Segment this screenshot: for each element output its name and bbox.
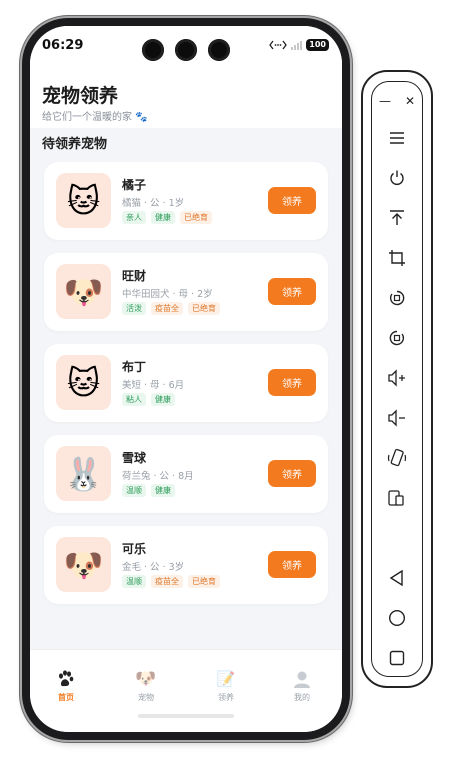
pet-name: 布丁 [122,360,147,374]
upload-icon[interactable] [385,206,409,230]
close-icon[interactable]: ✕ [405,94,415,108]
pet-info: 荷兰兔 · 公 · 8月 [122,471,194,482]
camera-icon [175,39,197,61]
signal-icon [291,40,303,50]
pet-card[interactable]: 🐶 可乐 金毛 · 公 · 3岁 温顺 疫苗全 已绝育 领养 [44,526,328,604]
pet-name: 雪球 [122,451,147,465]
tab-profile[interactable]: 我的 [272,668,332,703]
adopt-button[interactable]: 领养 [268,369,316,396]
pet-avatar: 🐱 [56,355,111,410]
tab-bar: 首页 🐶 宠物 📝 领养 我的 [30,649,342,732]
status-bar: 06:29 100 [30,26,342,64]
pet-info: 金毛 · 公 · 3岁 [122,562,185,573]
pet-tag: 疫苗全 [151,302,183,315]
pet-card[interactable]: 🐱 布丁美短 · 母 · 6月 粘人 健康 领养 [44,344,328,422]
camera-icon [142,39,164,61]
tab-label: 首页 [58,693,74,702]
pet-emoji: 🐶 [63,545,104,584]
pet-tag: 亲人 [122,211,146,224]
multi-device-icon[interactable] [385,486,409,510]
pet-avatar: 🐶 [56,264,111,319]
pet-tag: 已绝育 [188,575,220,588]
rotate-left-icon[interactable] [385,286,409,310]
phone-screen: 06:29 100 宠物领养 给它们一个温暖的家 🐾 待领养宠物 🐱 橘子 橘猫… [30,26,342,732]
tab-label: 领养 [218,693,234,702]
pet-card[interactable]: 🐱 橘子 橘猫 · 公 · 1岁 亲人 健康 已绝育 领养 [44,162,328,240]
adopt-button[interactable]: 领养 [268,551,316,578]
pet-tags: 粘人 健康 [122,393,175,406]
pet-tags: 亲人 健康 已绝育 [122,211,212,224]
pet-tags: 温顺 健康 [122,484,175,497]
volume-up-icon[interactable] [385,366,409,390]
page-header: 宠物领养 给它们一个温暖的家 🐾 [30,64,342,128]
tab-label: 宠物 [138,693,154,702]
pet-name: 旺财 [122,269,147,283]
user-icon [272,668,332,690]
tab-pets[interactable]: 🐶 宠物 [116,668,176,703]
shake-icon[interactable] [385,446,409,470]
section-title: 待领养宠物 [42,137,108,152]
adopt-button[interactable]: 领养 [268,278,316,305]
pet-tag: 已绝育 [180,211,212,224]
network-icon [269,40,288,50]
emulator-toolbar: — ✕ [361,70,433,688]
camera-cutout [142,39,230,61]
home-icon[interactable] [385,606,409,630]
recents-icon[interactable] [385,646,409,670]
tab-home[interactable]: 首页 [36,668,96,703]
crop-icon[interactable] [385,246,409,270]
status-icons: 100 [269,39,329,51]
tab-adopt[interactable]: 📝 领养 [196,668,256,703]
pet-card[interactable]: 🐰 雪球荷兰兔 · 公 · 8月 温顺 健康 领养 [44,435,328,513]
pet-emoji: 🐱 [66,363,101,402]
pet-emoji: 🐱 [66,181,101,220]
back-icon[interactable] [385,566,409,590]
rotate-right-icon[interactable] [385,326,409,350]
battery-icon: 100 [306,39,329,51]
pet-info: 橘猫 · 公 · 1岁 [122,198,185,209]
tab-label: 我的 [294,693,310,702]
pet-tags: 活泼 疫苗全 已绝育 [122,302,220,315]
pet-card[interactable]: 🐶 旺财中华田园犬 · 母 · 2岁 活泼 疫苗全 已绝育 领养 [44,253,328,331]
pet-tag: 健康 [151,484,175,497]
camera-icon [208,39,230,61]
pet-avatar: 🐱 [56,173,111,228]
adopt-button[interactable]: 领养 [268,187,316,214]
pet-tag: 疫苗全 [151,575,183,588]
emulator-toolbar-panel: — ✕ [371,81,423,677]
dog-face-icon: 🐶 [135,669,157,689]
pet-name: 可乐 [122,542,147,556]
paw-icon [36,668,96,690]
pet-tag: 温顺 [122,575,146,588]
pet-tag: 温顺 [122,484,146,497]
pet-info: 中华田园犬 · 母 · 2岁 [122,289,213,300]
volume-down-icon[interactable] [385,406,409,430]
page-title: 宠物领养 [42,85,119,107]
pet-tag: 粘人 [122,393,146,406]
pet-avatar: 🐶 [56,537,111,592]
pet-list: 🐱 橘子 橘猫 · 公 · 1岁 亲人 健康 已绝育 领养 🐶 旺财 中华田园犬 · 母 · 2岁… [44,162,328,617]
menu-icon[interactable] [385,126,409,150]
page-subtitle: 给它们一个温暖的家 🐾 [42,112,148,123]
pet-tag: 健康 [151,211,175,224]
pet-tags: 温顺 疫苗全 已绝育 [122,575,220,588]
home-indicator[interactable] [138,714,234,718]
pet-emoji: 🐰 [63,454,104,493]
pet-info: 美短 · 母 · 6月 [122,380,185,391]
pet-avatar: 🐰 [56,446,111,501]
pet-emoji: 🐶 [63,272,104,311]
phone-frame: 06:29 100 宠物领养 给它们一个温暖的家 🐾 待领养宠物 🐱 橘子 橘猫… [22,18,350,740]
status-time: 06:29 [42,37,84,53]
pet-name: 橘子 [122,178,147,192]
minimize-icon[interactable]: — [379,94,391,108]
pet-tag: 健康 [151,393,175,406]
memo-icon: 📝 [216,670,236,688]
power-icon[interactable] [385,166,409,190]
adopt-button[interactable]: 领养 [268,460,316,487]
pet-tag: 已绝育 [188,302,220,315]
pet-tag: 活泼 [122,302,146,315]
